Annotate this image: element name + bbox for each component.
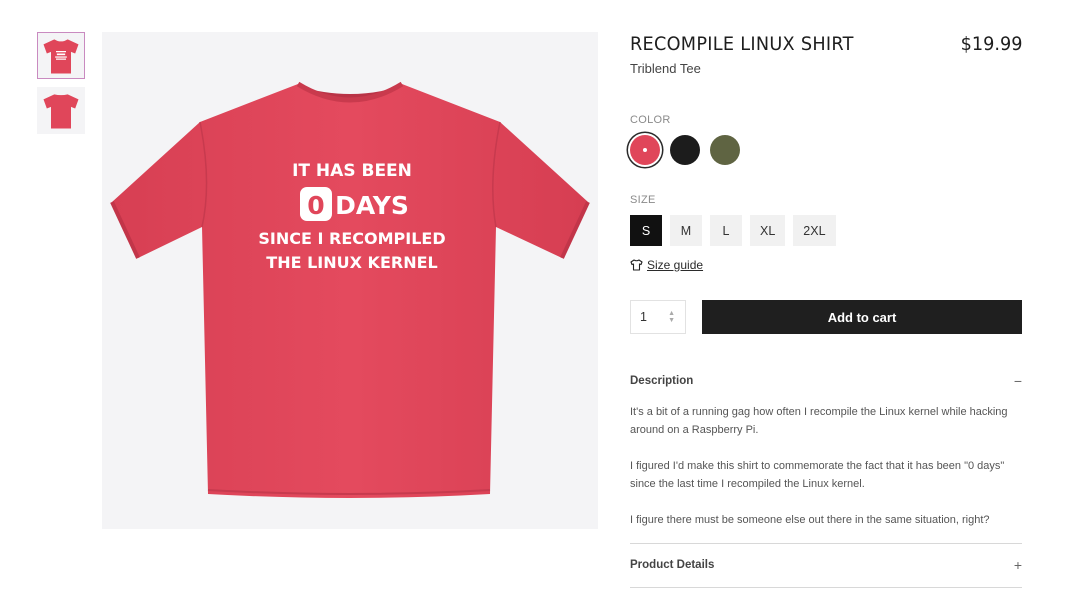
print-digit: 0 (307, 191, 324, 220)
product-subtitle: Triblend Tee (630, 61, 701, 76)
description-toggle[interactable]: Description − (630, 373, 1022, 389)
product-title: RECOMPILE LINUX SHIRT (630, 33, 854, 55)
quantity-stepper[interactable]: 1 ▲ ▼ (630, 300, 686, 334)
minus-icon: − (1013, 373, 1022, 389)
tshirt-image: IT HAS BEEN 0 DAYS SINCE I RECOMPILED TH… (110, 81, 590, 498)
divider (630, 543, 1022, 544)
product-details-toggle[interactable]: Product Details + (630, 557, 1022, 573)
print-line-4: THE LINUX KERNEL (266, 253, 437, 272)
description-body: It's a bit of a running gag how often I … (630, 403, 1022, 547)
plus-icon: + (1013, 557, 1022, 573)
tshirt-front-thumbnail-image (43, 38, 79, 73)
thumbnail-back[interactable] (37, 87, 85, 134)
size-button-s[interactable]: S (630, 215, 662, 246)
size-button-2xl[interactable]: 2XL (793, 215, 836, 246)
print-line-3: SINCE I RECOMPILED (258, 229, 445, 248)
thumbnail-front[interactable] (37, 32, 85, 79)
description-paragraph: I figure there must be someone else out … (630, 514, 990, 526)
size-guide-link[interactable]: Size guide (630, 258, 703, 272)
size-options: S M L XL 2XL (630, 215, 836, 246)
tshirt-back-thumbnail-image (43, 93, 79, 128)
color-swatch-black[interactable] (670, 135, 700, 165)
product-price: $19.99 (960, 33, 1022, 55)
print-line-1: IT HAS BEEN (292, 161, 412, 181)
divider (630, 587, 1022, 588)
thumbnail-list (37, 32, 85, 142)
product-main-image: IT HAS BEEN 0 DAYS SINCE I RECOMPILED TH… (102, 32, 598, 529)
title-row: RECOMPILE LINUX SHIRT $19.99 (630, 32, 1022, 56)
quantity-arrows-icon[interactable]: ▲ ▼ (668, 310, 675, 324)
selected-dot-icon (643, 148, 647, 152)
product-details-heading: Product Details (630, 559, 715, 571)
color-swatch-red[interactable] (630, 135, 660, 165)
description-paragraph: I figured I'd make this shirt to commemo… (630, 460, 1005, 490)
color-swatches (630, 135, 740, 165)
color-label: COLOR (630, 114, 671, 126)
size-label: SIZE (630, 194, 656, 206)
size-button-m[interactable]: M (670, 215, 702, 246)
size-guide-label: Size guide (647, 258, 704, 272)
print-line-2: DAYS (335, 191, 409, 220)
color-swatch-olive[interactable] (710, 135, 740, 165)
cart-row: 1 ▲ ▼ Add to cart (630, 300, 1022, 334)
description-paragraph: It's a bit of a running gag how often I … (630, 406, 1008, 436)
add-to-cart-button[interactable]: Add to cart (702, 300, 1022, 334)
description-heading: Description (630, 375, 694, 387)
shirt-icon (630, 259, 643, 271)
size-button-xl[interactable]: XL (750, 215, 786, 246)
product-info: RECOMPILE LINUX SHIRT $19.99 Triblend Te… (630, 32, 1022, 588)
quantity-value: 1 (640, 310, 647, 324)
size-button-l[interactable]: L (710, 215, 742, 246)
